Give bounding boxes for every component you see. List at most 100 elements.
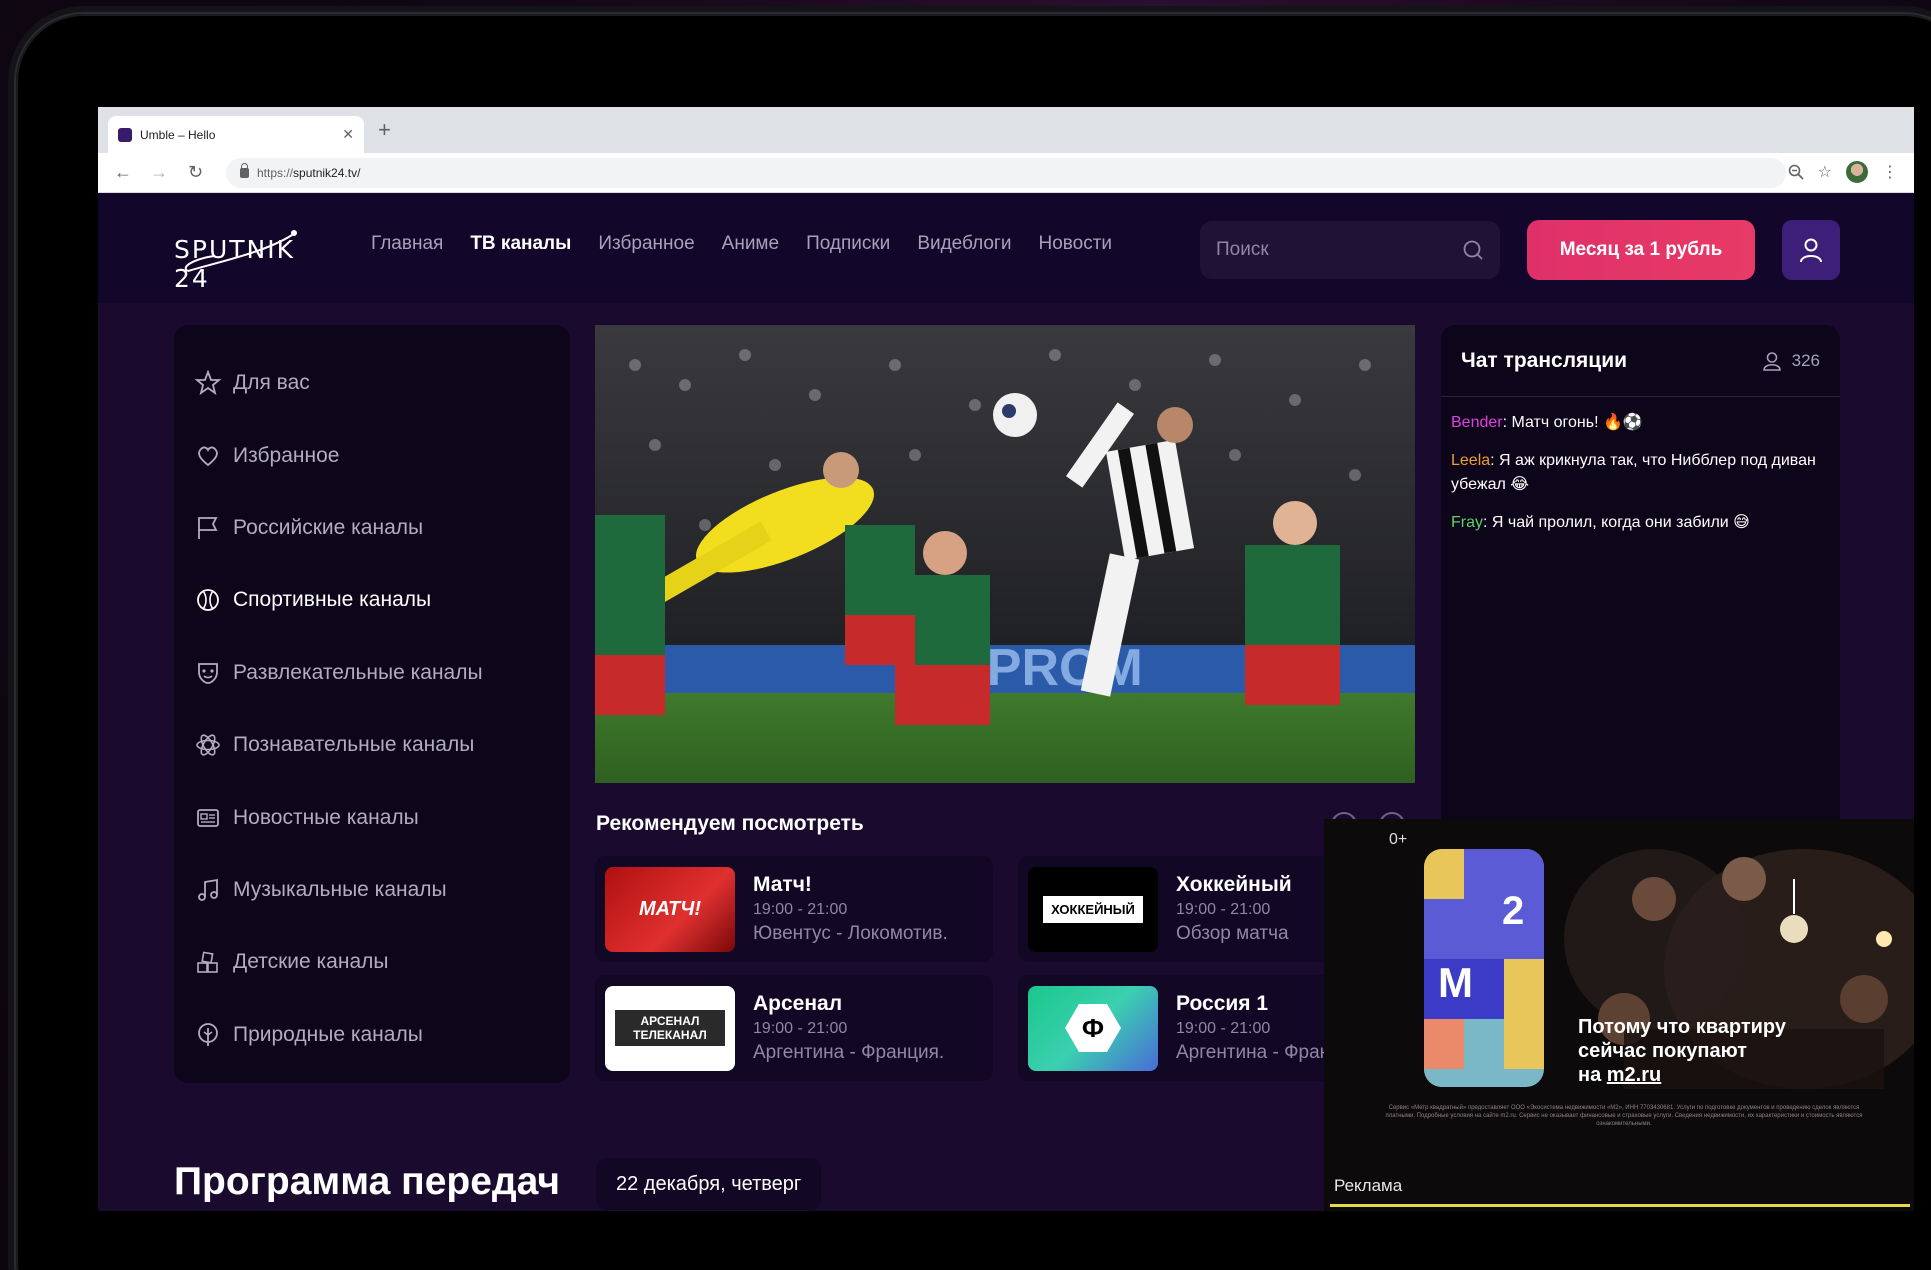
star-icon bbox=[195, 370, 221, 396]
sidebar-item-label: Спортивные каналы bbox=[233, 588, 432, 612]
viewer-count: 326 bbox=[1762, 351, 1820, 371]
laptop-frame: Umble – Hello ✕ + ← → ↻ https://sputnik2… bbox=[14, 12, 1931, 1270]
nav-link[interactable]: ТВ каналы bbox=[470, 233, 571, 255]
ad-overlay[interactable]: 0+ 2 М Потому что квартиру сейчас покупа… bbox=[1324, 819, 1914, 1211]
chat-message: Leela: Я аж крикнула так, что Нибблер по… bbox=[1451, 449, 1830, 497]
channel-logo: Ф bbox=[1028, 985, 1158, 1071]
menu-dots-icon[interactable]: ⋮ bbox=[1882, 162, 1898, 182]
subscribe-button[interactable]: Месяц за 1 рубль bbox=[1527, 220, 1755, 280]
site-logo[interactable]: SPUTNIK 24 bbox=[174, 223, 334, 293]
sidebar-item[interactable]: Природные каналы bbox=[174, 999, 570, 1071]
browser-tab[interactable]: Umble – Hello ✕ bbox=[108, 116, 364, 153]
program-desc: Ювентус - Локомотив. bbox=[753, 923, 948, 944]
chat-username[interactable]: Leela bbox=[1451, 452, 1490, 469]
sidebar-item-label: Развлекательные каналы bbox=[233, 660, 483, 684]
new-tab-icon[interactable]: + bbox=[378, 117, 391, 143]
viewer-count-value: 326 bbox=[1791, 350, 1820, 370]
chat-title: Чат трансляции bbox=[1461, 348, 1628, 372]
nav-link[interactable]: Аниме bbox=[722, 233, 779, 255]
search-icon[interactable] bbox=[1462, 239, 1484, 261]
ad-fine-print: Сервис «Метр квадратный» предоставляет О… bbox=[1385, 1105, 1863, 1127]
sidebar-item[interactable]: Новостные каналы bbox=[174, 781, 570, 853]
address-bar[interactable]: https://sputnik24.tv/ bbox=[226, 158, 1786, 188]
ad-tagline: Потому что квартиру сейчас покупают на m… bbox=[1578, 1015, 1786, 1087]
chat-message: Bender: Матч огонь! 🔥⚽ bbox=[1451, 411, 1830, 435]
lock-icon bbox=[240, 163, 249, 178]
browser-tabbar: Umble – Hello ✕ + bbox=[98, 107, 1914, 153]
url-scheme: https:// bbox=[257, 166, 294, 180]
url-text: https://sputnik24.tv/ bbox=[257, 166, 360, 180]
forward-arrow-icon[interactable]: → bbox=[150, 162, 168, 183]
chat-text: : Я чай пролил, когда они забили 😅 bbox=[1483, 514, 1750, 531]
sidebar-item[interactable]: Спортивные каналы bbox=[174, 564, 570, 636]
ad-tagline-line-2: сейчас покупают bbox=[1578, 1040, 1747, 1062]
channel-card[interactable]: МАТЧ! Матч! 19:00 - 21:00 Ювентус - Локо… bbox=[595, 856, 993, 962]
ball-icon bbox=[195, 587, 221, 613]
chat-username[interactable]: Bender bbox=[1451, 414, 1503, 431]
chat-message: Fray: Я чай пролил, когда они забили 😅 bbox=[1451, 511, 1830, 535]
chat-header: Чат трансляции 326 bbox=[1441, 325, 1840, 397]
newspaper-icon bbox=[195, 805, 221, 831]
back-arrow-icon[interactable]: ← bbox=[114, 162, 132, 183]
browser-actions: ☆ ⋮ bbox=[1788, 161, 1898, 183]
sidebar-item[interactable]: Для вас bbox=[174, 347, 570, 419]
sidebar-item-label: Избранное bbox=[233, 443, 340, 467]
program-desc: Обзор матча bbox=[1176, 923, 1289, 944]
close-icon[interactable]: ✕ bbox=[342, 126, 354, 143]
browser-toolbar: ← → ↻ https://sputnik24.tv/ ☆ ⋮ bbox=[98, 153, 1914, 193]
sidebar-item[interactable]: Познавательные каналы bbox=[174, 709, 570, 781]
nav-link[interactable]: Главная bbox=[371, 233, 443, 255]
heart-icon bbox=[195, 443, 221, 469]
channel-name: Хоккейный bbox=[1176, 873, 1292, 896]
bookmark-star-icon[interactable]: ☆ bbox=[1818, 162, 1832, 182]
ad-link[interactable]: m2.ru bbox=[1607, 1064, 1661, 1086]
sidebar-item-label: Музыкальные каналы bbox=[233, 877, 447, 901]
program-time: 19:00 - 21:00 bbox=[753, 901, 848, 918]
program-desc: Аргентина - Франция. bbox=[753, 1042, 945, 1063]
ad-label: Реклама bbox=[1334, 1176, 1403, 1195]
category-sidebar: Для вас Избранное Российские каналы Спортив… bbox=[174, 325, 570, 1083]
viewers-icon bbox=[1762, 351, 1781, 371]
nav-link[interactable]: Подписки bbox=[806, 233, 890, 255]
nav-link[interactable]: Новости bbox=[1038, 233, 1112, 255]
channel-logo: МАТЧ! bbox=[605, 866, 735, 952]
search-input[interactable]: Поиск bbox=[1200, 221, 1500, 279]
sidebar-item[interactable]: Развлекательные каналы bbox=[174, 637, 570, 709]
logo-text: SPUTNIK 24 bbox=[174, 235, 295, 293]
tab-title: Umble – Hello bbox=[140, 127, 216, 142]
mask-icon bbox=[195, 660, 221, 686]
channel-logo-text: МАТЧ! bbox=[638, 897, 702, 920]
url-host: sputnik24.tv/ bbox=[293, 166, 361, 180]
site-header: SPUTNIK 24 Главная ТВ каналы Избранное Аним… bbox=[98, 193, 1914, 303]
profile-avatar[interactable] bbox=[1846, 161, 1868, 183]
video-frame-image: ZPROM bbox=[595, 325, 1415, 783]
ad-progress-bar bbox=[1330, 1204, 1910, 1207]
user-button[interactable] bbox=[1782, 220, 1840, 280]
sidebar-item[interactable]: Детские каналы bbox=[174, 926, 570, 998]
sidebar-item-label: Детские каналы bbox=[233, 950, 389, 974]
sidebar-item[interactable]: Российские каналы bbox=[174, 492, 570, 564]
sidebar-item[interactable]: Музыкальные каналы bbox=[174, 854, 570, 926]
nav-link[interactable]: Видеблоги bbox=[917, 233, 1011, 255]
flag-icon bbox=[195, 515, 221, 541]
nav-link[interactable]: Избранное bbox=[598, 233, 694, 255]
reload-icon[interactable]: ↻ bbox=[188, 162, 203, 183]
sidebar-item-label: Природные каналы bbox=[233, 1022, 423, 1046]
age-rating: 0+ bbox=[1389, 831, 1408, 848]
video-player[interactable]: ZPROM bbox=[595, 325, 1415, 783]
zoom-icon[interactable] bbox=[1788, 164, 1804, 180]
sidebar-item-label: Для вас bbox=[233, 371, 310, 395]
brand-letter-2: 2 bbox=[1502, 889, 1525, 933]
channel-name: Арсенал bbox=[753, 992, 843, 1015]
program-title: Программа передач bbox=[174, 1160, 561, 1203]
sidebar-item[interactable]: Избранное bbox=[174, 419, 570, 491]
date-selector[interactable]: 22 декабря, четверг bbox=[596, 1158, 822, 1210]
screen: Umble – Hello ✕ + ← → ↻ https://sputnik2… bbox=[98, 107, 1914, 1211]
leaf-icon bbox=[195, 1022, 221, 1048]
program-time: 19:00 - 21:00 bbox=[753, 1020, 848, 1037]
recommend-title: Рекомендуем посмотреть bbox=[596, 812, 864, 835]
favicon-icon bbox=[118, 127, 132, 142]
sidebar-item-label: Новостные каналы bbox=[233, 805, 419, 829]
chat-username[interactable]: Fray bbox=[1451, 514, 1483, 531]
channel-card[interactable]: АРСЕНАЛ ТЕЛЕКАНАЛ Арсенал 19:00 - 21:00 … bbox=[595, 975, 993, 1081]
